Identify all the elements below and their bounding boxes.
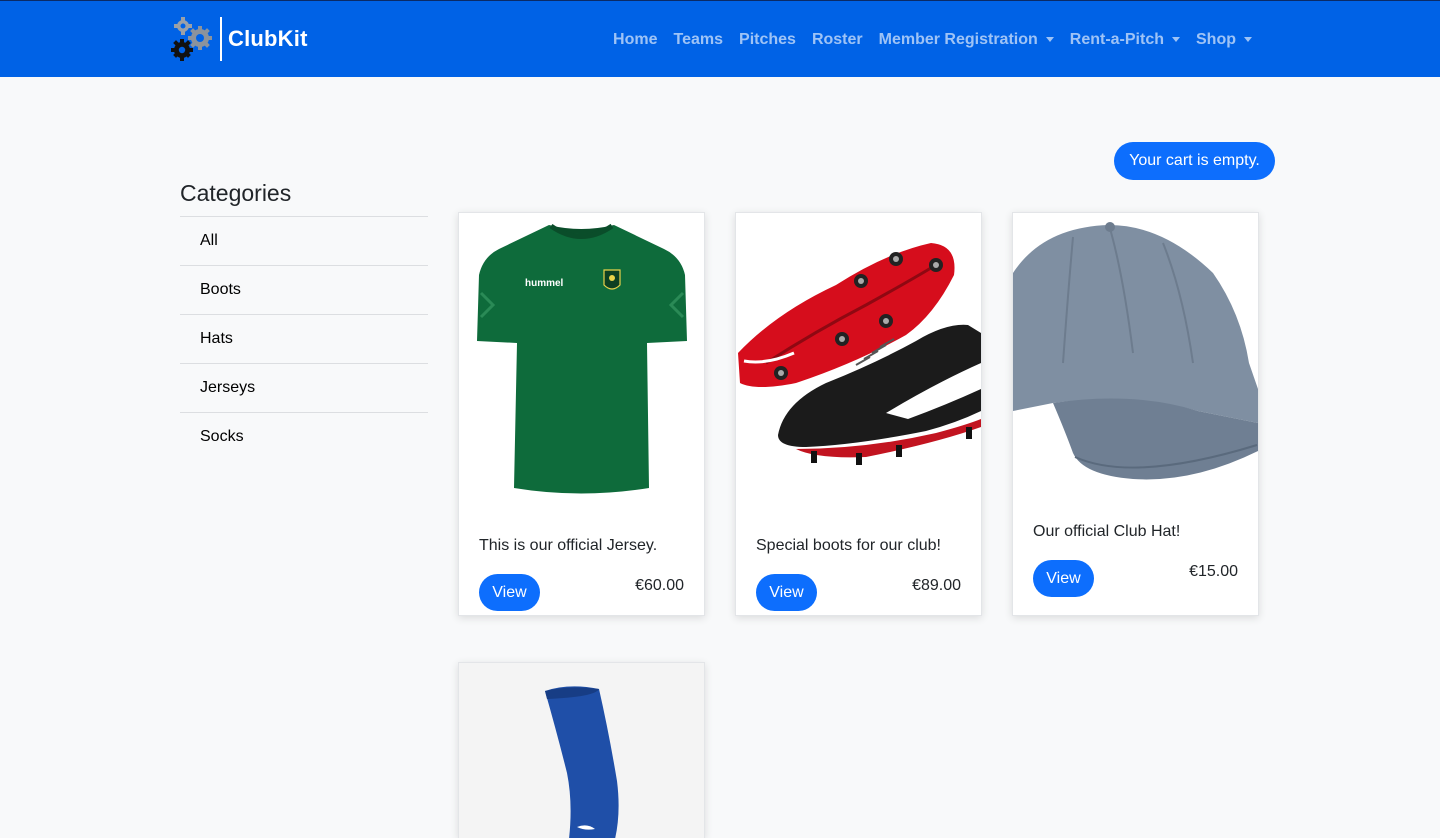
view-button[interactable]: View (756, 574, 817, 611)
jersey-image: hummel (459, 213, 704, 513)
caret-down-icon (1045, 37, 1054, 42)
category-item-all[interactable]: All (180, 216, 428, 265)
boots-image (736, 213, 981, 513)
product-card-hat: Our official Club Hat! View €15.00 (1012, 212, 1259, 616)
product-description: Special boots for our club! (756, 537, 941, 554)
cart-status-button[interactable]: Your cart is empty. (1114, 142, 1275, 180)
product-card-jersey: hummel This is our official Jersey. View… (458, 212, 705, 616)
product-price: €89.00 (912, 577, 961, 594)
cap-image (1013, 213, 1258, 493)
view-button[interactable]: View (1033, 560, 1094, 597)
category-item-jerseys[interactable]: Jerseys (180, 363, 428, 412)
nav-roster-label: Roster (811, 30, 863, 48)
product-card-socks (458, 662, 705, 838)
nav-shop-dropdown[interactable]: Shop (1196, 31, 1252, 49)
main-nav: Home Teams Pitches Roster Member Registr… (597, 1, 1252, 78)
nav-rent-a-pitch-dropdown[interactable]: Rent-a-Pitch (1070, 31, 1180, 49)
product-price: €60.00 (635, 577, 684, 594)
nav-home[interactable]: Home (613, 31, 657, 49)
product-card-boots: Special boots for our club! View €89.00 (735, 212, 982, 616)
category-item-hats[interactable]: Hats (180, 314, 428, 363)
category-item-boots[interactable]: Boots (180, 265, 428, 314)
nav-roster[interactable]: Roster (812, 31, 863, 49)
categories-list: All Boots Hats Jerseys Socks (180, 216, 428, 461)
brand-home-link[interactable]: ClubKit (170, 15, 308, 63)
nav-home-label: Home (613, 30, 658, 48)
top-navbar: ClubKit Home Teams Pitches Roster Member… (0, 0, 1440, 77)
nav-teams[interactable]: Teams (674, 31, 724, 49)
brand-divider (220, 17, 222, 61)
nav-member-registration-dropdown[interactable]: Member Registration (879, 31, 1054, 49)
nav-pitches-label: Pitches (739, 30, 796, 48)
product-description: This is our official Jersey. (479, 537, 658, 554)
gears-logo-icon (170, 16, 214, 62)
nav-teams-label: Teams (673, 30, 724, 48)
nav-shop-label: Shop (1196, 30, 1236, 48)
nav-pitches[interactable]: Pitches (739, 31, 796, 49)
sock-image (459, 663, 704, 838)
view-button[interactable]: View (479, 574, 540, 611)
categories-heading: Categories (180, 180, 292, 206)
category-item-socks[interactable]: Socks (180, 412, 428, 461)
jersey-logo-text: hummel (525, 278, 564, 289)
product-description: Our official Club Hat! (1033, 523, 1181, 540)
nav-rent-a-pitch-label: Rent-a-Pitch (1069, 30, 1164, 48)
caret-down-icon (1244, 37, 1252, 42)
brand-name: ClubKit (228, 26, 308, 51)
caret-down-icon (1172, 37, 1180, 42)
product-price: €15.00 (1189, 563, 1238, 580)
nav-member-registration-label: Member Registration (878, 30, 1038, 48)
